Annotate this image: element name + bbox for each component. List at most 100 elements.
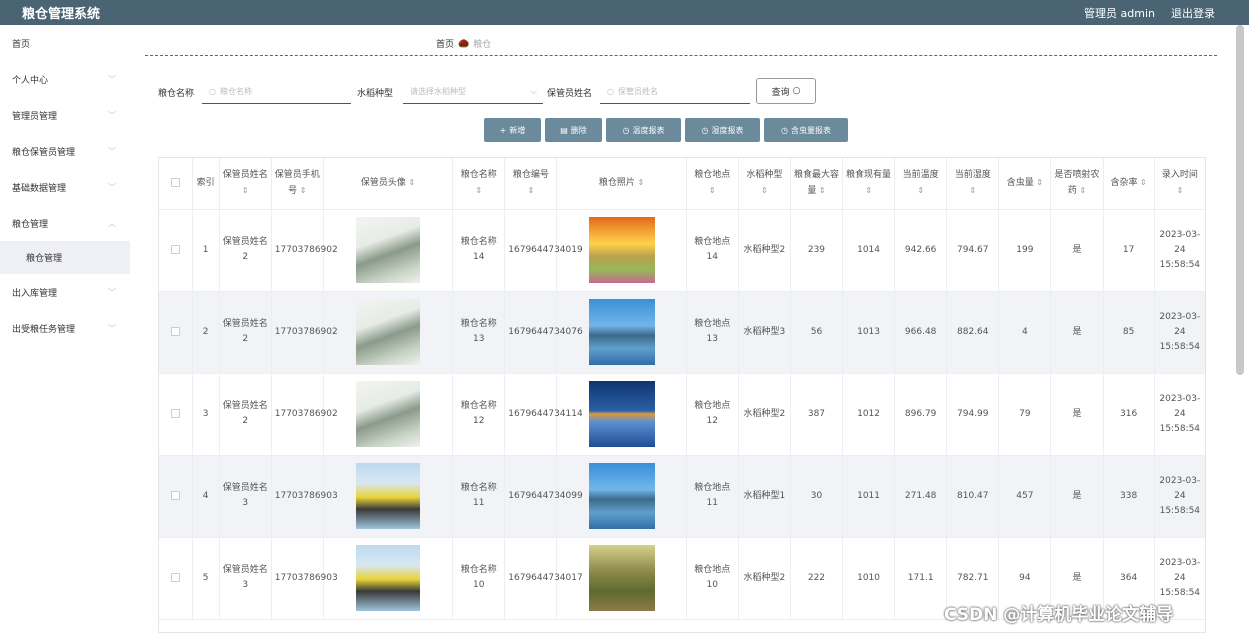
sidebar-item-6[interactable]: 出入库管理 ﹀: [0, 274, 130, 310]
keeper-avatar-image: [356, 381, 420, 447]
column-header[interactable]: 当前湿度 ⇕: [946, 158, 1000, 210]
sort-icon[interactable]: ⇕: [635, 178, 644, 187]
cell-name: 粮仓名称10: [452, 537, 506, 620]
sort-icon[interactable]: ⇕: [761, 186, 768, 195]
cell-keeper: 保管员姓名2: [219, 291, 272, 374]
cell-keeper: 保管员姓名2: [219, 373, 272, 456]
column-header[interactable]: 录入时间 ⇕: [1154, 158, 1205, 210]
cell-code: 1679644734114: [504, 373, 583, 456]
column-header[interactable]: 粮仓地点 ⇕: [686, 158, 739, 210]
table-row[interactable]: 1 保管员姓名2 17703786902 粮仓名称14 1679644734019 粮仓地…: [159, 209, 1205, 292]
cell-temp: 271.48: [894, 455, 948, 538]
sort-icon[interactable]: ⇕: [1176, 186, 1183, 195]
column-header[interactable]: 粮食现有量 ⇕: [842, 158, 896, 210]
sidebar-subitem-active[interactable]: 粮仓管理: [0, 241, 130, 274]
row-checkbox[interactable]: [170, 408, 180, 418]
granary-photo-image: [588, 463, 655, 529]
sort-icon[interactable]: ⇕: [242, 186, 249, 195]
granary-photo-image: [588, 381, 655, 447]
chevron-down-icon: ﹀: [108, 287, 116, 297]
user-label[interactable]: 管理员 admin: [1084, 5, 1155, 21]
row-checkbox[interactable]: [170, 572, 180, 582]
sort-icon[interactable]: ⇕: [917, 186, 924, 195]
action-button-3[interactable]: ◷ 湿度报表: [685, 118, 760, 142]
column-header[interactable]: 粮食最大容量 ⇕: [790, 158, 844, 210]
row-checkbox[interactable]: [170, 244, 180, 254]
sidebar-item-label: 出入库管理: [12, 288, 58, 299]
sort-icon[interactable]: ⇕: [406, 178, 415, 187]
cell-sprayed: 是: [1050, 455, 1104, 538]
action-button-2[interactable]: ◷ 温度报表: [606, 118, 681, 142]
sidebar-item-5[interactable]: 粮仓管理 ︿: [0, 205, 130, 241]
sort-icon[interactable]: ⇕: [527, 186, 534, 195]
sidebar-item-2[interactable]: 管理员管理 ﹀: [0, 97, 130, 133]
cell-type: 水稻种型1: [738, 455, 791, 538]
action-button-1[interactable]: ▤ 删除: [545, 118, 602, 142]
action-button-0[interactable]: + 新增: [484, 118, 541, 142]
sidebar-item-label: 首页: [12, 39, 31, 50]
sort-icon[interactable]: ⇕: [1077, 186, 1086, 195]
breadcrumb: 首页 🌰 粮仓: [436, 37, 491, 51]
delete-icon: ▤: [560, 125, 568, 135]
sidebar-item-label: 粮仓管理: [12, 219, 49, 230]
column-header[interactable]: 保管员头像 ⇕: [323, 158, 454, 210]
table-row[interactable]: 4 保管员姓名3 17703786903 粮仓名称11 1679644734099 粮仓地…: [159, 455, 1205, 538]
logout-link[interactable]: 退出登录: [1171, 5, 1215, 21]
cell-code: 1679644734017: [504, 537, 583, 620]
column-header[interactable]: 粮仓名称 ⇕: [452, 158, 506, 210]
sort-icon[interactable]: ⇕: [816, 186, 826, 195]
table-row[interactable]: 3 保管员姓名2 17703786902 粮仓名称12 1679644734114 粮仓地…: [159, 373, 1205, 456]
sort-icon[interactable]: ⇕: [1137, 178, 1147, 187]
sidebar-item-1[interactable]: 个人中心 ﹀: [0, 61, 130, 97]
row-checkbox[interactable]: [170, 326, 180, 336]
column-header[interactable]: 水稻种型 ⇕: [738, 158, 791, 210]
cell-current: 1014: [842, 209, 896, 292]
search-button[interactable]: 查询 ○: [756, 78, 816, 104]
column-header[interactable]: 保管员姓名 ⇕: [219, 158, 272, 210]
sort-icon[interactable]: ⇕: [297, 186, 307, 195]
chevron-down-icon: ﹀: [108, 323, 116, 333]
column-header[interactable]: 保管员手机号 ⇕: [271, 158, 324, 210]
cell-max: 30: [790, 455, 844, 538]
sidebar-item-3[interactable]: 粮仓保管员管理 ﹀: [0, 133, 130, 169]
sort-icon[interactable]: ⇕: [709, 186, 716, 195]
type-filter-select[interactable]: 请选择水稻种型 ⌵: [403, 80, 543, 104]
column-header[interactable]: 是否喷射农药 ⇕: [1050, 158, 1104, 210]
cell-sprayed: 是: [1050, 209, 1104, 292]
sort-icon[interactable]: ⇕: [969, 186, 976, 195]
cell-phone: 17703786902: [271, 373, 338, 456]
sidebar-item-0[interactable]: 首页: [0, 25, 130, 61]
keeper-avatar-image: [356, 463, 420, 529]
select-all-checkbox[interactable]: [170, 177, 180, 187]
row-checkbox[interactable]: [170, 490, 180, 500]
cell-type: 水稻种型3: [738, 291, 791, 374]
clock-icon: ◷: [701, 125, 709, 135]
column-header[interactable]: 粮仓照片 ⇕: [556, 158, 687, 210]
column-header[interactable]: 含虫量 ⇕: [998, 158, 1052, 210]
data-table: 索引 保管员姓名 ⇕ 保管员手机号 ⇕ 保管员头像 ⇕ 粮仓名称 ⇕ 粮仓编号 ⇕ 粮仓照片…: [158, 157, 1206, 633]
table-row[interactable]: 2 保管员姓名2 17703786902 粮仓名称13 1679644734076 粮仓地…: [159, 291, 1205, 374]
sort-icon[interactable]: ⇕: [1034, 178, 1043, 187]
name-filter-input[interactable]: ○ 粮仓名称: [202, 80, 351, 104]
column-header[interactable]: 当前温度 ⇕: [894, 158, 948, 210]
column-header[interactable]: 含杂率 ⇕: [1103, 158, 1155, 210]
keeper-filter-input[interactable]: ○ 保管员姓名: [600, 80, 750, 104]
chevron-down-icon: ﹀: [108, 182, 116, 192]
page-scrollbar[interactable]: [1236, 25, 1244, 375]
chevron-up-icon: ︿: [108, 218, 116, 228]
sidebar-item-label: 管理员管理: [12, 111, 58, 122]
column-header[interactable]: 粮仓编号 ⇕: [504, 158, 558, 210]
action-button-4[interactable]: ◷ 含虫量报表: [764, 118, 848, 142]
sidebar-item-4[interactable]: 基础数据管理 ﹀: [0, 169, 130, 205]
sort-icon[interactable]: ⇕: [865, 186, 872, 195]
sort-icon[interactable]: ⇕: [475, 186, 482, 195]
action-buttons: + 新增 ▤ 删除 ◷ 温度报表 ◷ 湿度报表 ◷ 含虫量报表: [484, 118, 848, 142]
cell-name: 粮仓名称13: [452, 291, 506, 374]
cell-phone: 17703786902: [271, 209, 338, 292]
sidebar-item-7[interactable]: 出受粮任务管理 ﹀: [0, 310, 130, 346]
column-header[interactable]: [159, 158, 193, 210]
cell-humidity: 882.64: [946, 291, 1000, 374]
cell-time: 2023-03-24 15:58:54: [1154, 209, 1205, 292]
breadcrumb-home[interactable]: 首页: [436, 37, 454, 50]
watermark: CSDN @计算机毕业论文辅导: [944, 605, 1174, 625]
